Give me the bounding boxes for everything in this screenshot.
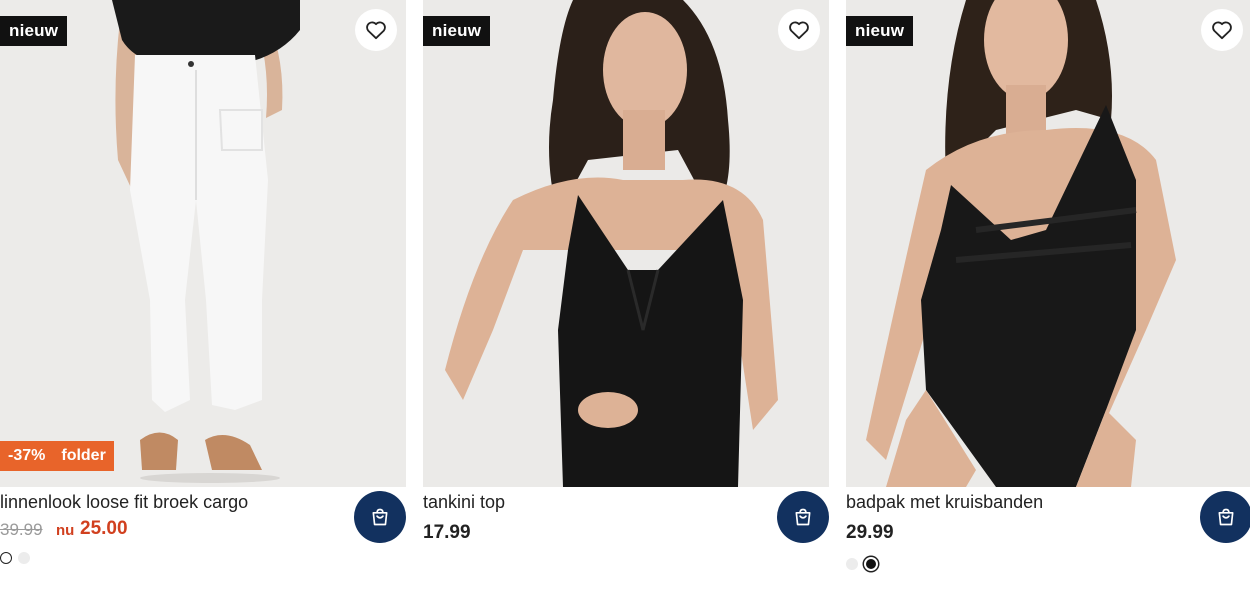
swatch-black[interactable] — [866, 559, 876, 569]
favorite-button[interactable] — [1201, 9, 1243, 51]
product-image[interactable]: nieuw — [846, 0, 1250, 487]
price: 17.99 — [423, 522, 471, 543]
product-image[interactable]: nieuw -37% folder — [0, 0, 406, 487]
heart-icon — [789, 21, 809, 40]
sale-price-prefix: nu — [56, 522, 75, 539]
favorite-button[interactable] — [355, 9, 397, 51]
discount-label: -37% — [8, 447, 46, 464]
product-title[interactable]: badpak met kruisbanden — [846, 492, 1043, 513]
add-to-cart-button[interactable] — [354, 491, 406, 543]
heart-icon — [1212, 21, 1232, 40]
new-badge: nieuw — [423, 16, 491, 46]
new-badge: nieuw — [0, 16, 68, 46]
color-swatches — [0, 550, 36, 566]
shopping-bag-icon — [1218, 508, 1234, 526]
add-to-cart-button[interactable] — [1200, 491, 1250, 543]
new-badge: nieuw — [846, 16, 914, 46]
sale-price: 25.00 — [80, 518, 128, 539]
favorite-button[interactable] — [778, 9, 820, 51]
product-card[interactable]: nieuw tankini top 17.99 — [423, 0, 829, 612]
shopping-bag-icon — [372, 508, 388, 526]
swatch-light-grey[interactable] — [846, 558, 858, 570]
heart-icon — [366, 21, 386, 40]
swatch-light-grey[interactable] — [18, 552, 30, 564]
promo-badge: -37% folder — [0, 441, 114, 471]
product-title[interactable]: tankini top — [423, 492, 505, 513]
color-swatches — [846, 556, 882, 572]
product-card[interactable]: nieuw -37% folder linnenlook loose fit b… — [0, 0, 406, 612]
promo-label: folder — [61, 447, 106, 464]
product-image[interactable]: nieuw — [423, 0, 829, 487]
add-to-cart-button[interactable] — [777, 491, 829, 543]
price: 29.99 — [846, 522, 894, 543]
shopping-bag-icon — [795, 508, 811, 526]
old-price: 39.99 — [0, 520, 43, 539]
product-title[interactable]: linnenlook loose fit broek cargo — [0, 492, 248, 513]
product-card[interactable]: nieuw badpak met kruisbanden 29.99 — [846, 0, 1250, 612]
swatch-white[interactable] — [0, 552, 12, 564]
